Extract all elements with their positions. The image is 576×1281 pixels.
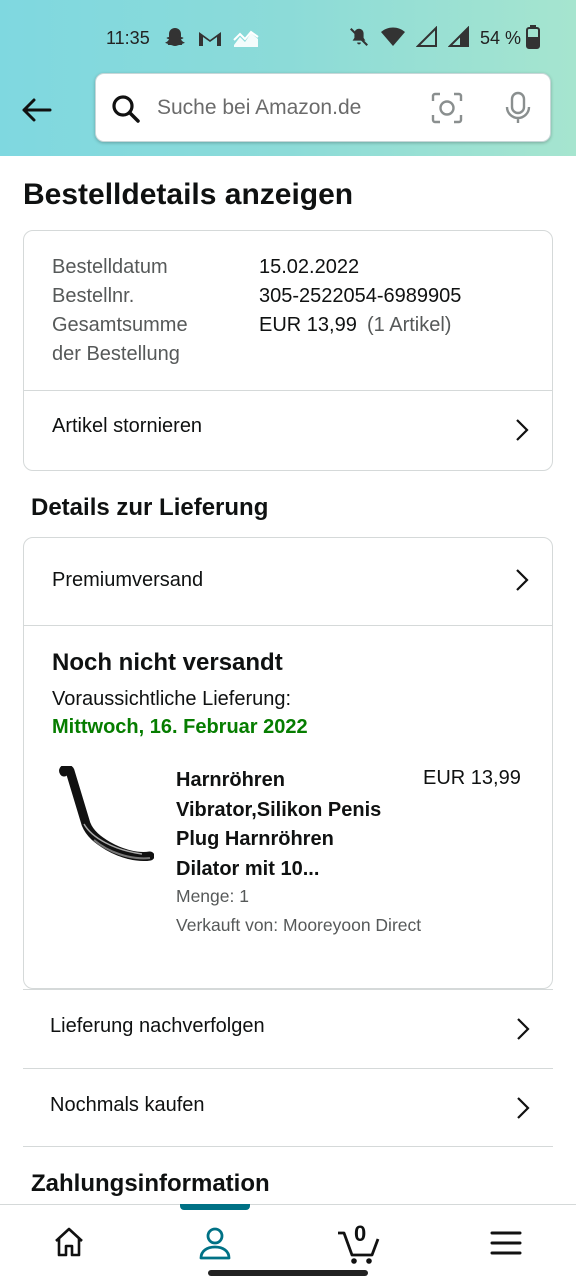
home-icon[interactable] [52,1225,86,1259]
mute-icon [350,28,368,46]
delivery-card: Premiumversand Noch nicht versandt Vorau… [23,537,553,989]
gmail-icon [199,32,221,46]
back-arrow-icon[interactable] [18,92,54,128]
divider [23,1146,553,1147]
search-input[interactable]: Suche bei Amazon.de [157,96,361,120]
order-summary-card: Bestelldatum 15.02.2022 Bestellnr. 305-2… [23,230,553,471]
cart-count-badge: 0 [354,1221,367,1246]
microphone-icon[interactable] [502,91,534,125]
order-total-label-2: der Bestellung [52,343,180,365]
page-title: Bestelldetails anzeigen [23,178,354,211]
order-date-label: Bestelldatum [52,256,168,278]
status-bar: 11:35 54 % [0,0,576,70]
buy-again-row[interactable]: Nochmals kaufen [23,1069,553,1147]
buy-again-label: Nochmals kaufen [50,1094,205,1116]
order-total-label: Gesamtsumme [52,314,188,336]
track-delivery-row[interactable]: Lieferung nachverfolgen [23,990,553,1068]
top-header: 11:35 54 % Suche bei Amazon.de [0,0,576,156]
divider [24,625,552,626]
account-icon[interactable] [197,1225,233,1261]
cancel-items-label: Artikel stornieren [52,415,203,437]
order-total-value: EUR 13,99 [259,314,357,336]
chevron-right-icon [516,569,529,591]
product-quantity: Menge: 1 [176,886,249,906]
delivery-section-title: Details zur Lieferung [31,494,269,521]
product-price: EUR 13,99 [423,767,521,789]
shipping-method-label: Premiumversand [52,569,204,591]
battery-text: 54 % [480,28,522,48]
shipment-status: Noch nicht versandt [52,649,283,676]
search-bar[interactable]: Suche bei Amazon.de [95,73,551,142]
order-number-value: 305-2522054-6989905 [259,285,462,307]
shipping-method-row[interactable]: Premiumversand [24,538,552,625]
expected-delivery-label: Voraussichtliche Lieferung: [52,688,292,710]
search-icon [112,95,140,123]
product-title-line: Plug Harnröhren [176,828,334,850]
track-delivery-label: Lieferung nachverfolgen [50,1015,265,1037]
chevron-right-icon [516,419,529,441]
chevron-right-icon [517,1097,530,1119]
product-image[interactable] [54,766,154,876]
product-seller: Verkauft von: Mooreyoon Direct [176,915,422,935]
product-title-line: Harnröhren [176,769,285,791]
wifi-icon [381,27,405,46]
cancel-items-row[interactable]: Artikel stornieren [24,391,552,471]
order-item-count: (1 Artikel) [367,314,452,336]
battery-icon [526,25,540,49]
chart-app-icon [233,30,259,47]
menu-icon[interactable] [490,1229,522,1257]
order-date-value: 15.02.2022 [259,256,360,278]
snapchat-icon [165,28,185,46]
chevron-right-icon [517,1018,530,1040]
product-title[interactable]: Harnröhren Vibrator,Silikon Penis Plug H… [176,766,406,884]
product-title-line: Dilator mit 10... [176,857,320,880]
expected-delivery-date: Mittwoch, 16. Februar 2022 [52,716,308,738]
home-indicator [208,1270,368,1276]
payment-section-title: Zahlungsinformation [31,1170,270,1197]
order-number-label: Bestellnr. [52,285,135,307]
active-tab-indicator [180,1204,250,1210]
product-title-line: Vibrator,Silikon Penis [176,798,382,821]
signal-icon [416,26,437,47]
status-time: 11:35 [106,28,150,48]
camera-search-icon[interactable] [430,91,464,125]
signal-icon-2 [448,26,469,47]
